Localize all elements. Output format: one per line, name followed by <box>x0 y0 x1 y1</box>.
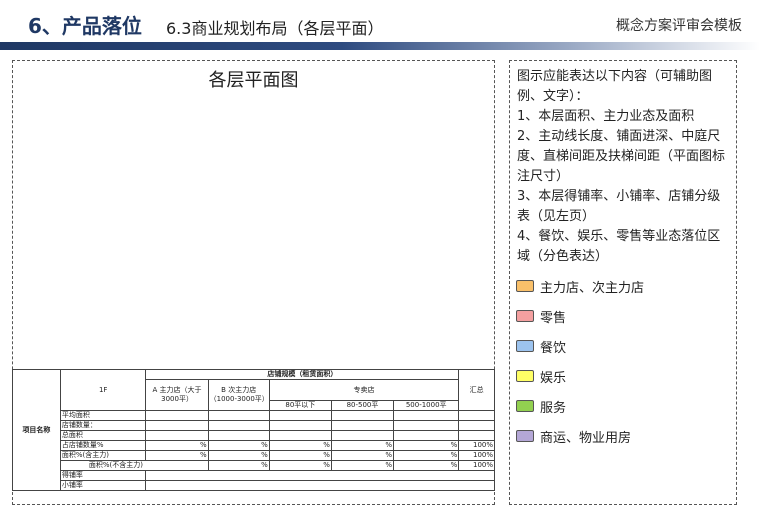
table-row: 面积%(不含主力) %% %% 100% <box>13 460 495 471</box>
scale-header-cell: 店铺规模（租赁面积） <box>145 369 460 380</box>
legend-item: 零售 <box>516 301 644 331</box>
note-line: 3、本层得铺率、小铺率、店铺分级表（见左页） <box>517 189 721 224</box>
notes-text: 图示应能表达以下内容（可辅助图例、文字）： 1、本层面积、主力业态及面积 2、主… <box>517 67 731 267</box>
legend-item: 娱乐 <box>516 361 644 391</box>
legend-item: 服务 <box>516 391 644 421</box>
sub-col-2: 80-500平 <box>330 400 395 411</box>
legend-swatch <box>516 340 534 352</box>
table-row: 面积%(含主力) %%% %% 100% <box>59 450 495 461</box>
floor-cell: 1F <box>59 369 147 411</box>
col-a-header: A 主力店（大于3000平） <box>145 379 209 411</box>
legend-swatch <box>516 310 534 322</box>
legend-swatch <box>516 280 534 292</box>
floor-plan-title: 各层平面图 <box>208 70 299 91</box>
header-template-label: 概念方案评审会模板 <box>616 18 742 34</box>
legend-item: 餐饮 <box>516 331 644 361</box>
legend-label: 商运、物业用房 <box>540 430 632 446</box>
table-row: 平均面积 <box>13 410 495 421</box>
legend-label: 主力店、次主力店 <box>540 280 645 296</box>
table-row: 占店铺数量% %%% %% 100% <box>59 440 495 451</box>
table-row: 小铺率 <box>13 480 495 491</box>
legend-item: 主力店、次主力店 <box>516 271 644 301</box>
legend-label: 餐饮 <box>540 340 567 356</box>
legend-swatch <box>516 400 534 412</box>
legend-label: 零售 <box>540 310 567 326</box>
table-row: 店铺数量： <box>13 420 495 431</box>
notes-box: 图示应能表达以下内容（可辅助图例、文字）： 1、本层面积、主力业态及面积 2、主… <box>509 60 737 505</box>
col-b-header: B 次主力店（1000-3000平） <box>207 379 270 411</box>
table-row: 总面积 <box>13 430 495 441</box>
legend: 主力店、次主力店 零售 餐饮 娱乐 服务 商运、物业用房 <box>516 271 644 451</box>
header-subtitle: 6.3商业规划布局（各层平面） <box>166 19 384 38</box>
sub-col-3: 500-1000平 <box>393 400 460 411</box>
legend-item: 商运、物业用房 <box>516 421 644 451</box>
table-row: 得铺率 <box>13 470 495 481</box>
total-header-cell: 汇总 <box>458 369 495 411</box>
note-line: 图示应能表达以下内容（可辅助图例、文字）： <box>517 69 713 104</box>
note-line: 2、主动线长度、铺面进深、中庭尺度、直梯间距及扶梯间距（平面图标注尺寸） <box>517 129 726 184</box>
legend-label: 服务 <box>540 400 567 416</box>
note-line: 4、餐饮、娱乐、零售等业态落位区域（分色表达） <box>517 229 721 264</box>
legend-swatch <box>516 430 534 442</box>
legend-swatch <box>516 370 534 382</box>
project-label-cell: 项目名称 <box>12 369 61 491</box>
note-line: 1、本层面积、主力业态及面积 <box>517 109 695 124</box>
legend-label: 娱乐 <box>540 370 567 386</box>
header-section-title: 6、产品落位 <box>28 14 142 38</box>
header-bar <box>0 42 760 50</box>
shop-scale-table: 项目名称 1F 店铺规模（租赁面积） 汇总 A 主力店（大于3000平） B 次… <box>12 369 495 491</box>
col-special-header: 专卖店 <box>268 379 460 401</box>
sub-col-1: 80平以下 <box>268 400 332 411</box>
